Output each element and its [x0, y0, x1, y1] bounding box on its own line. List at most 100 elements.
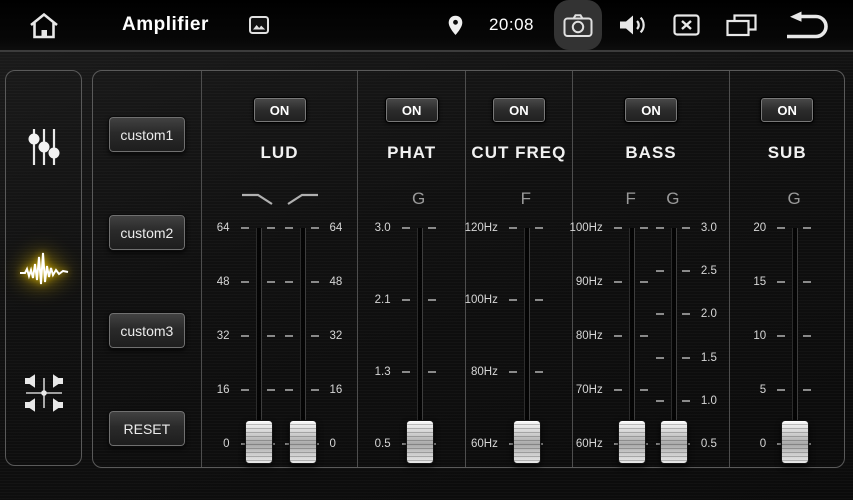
- tick-mark: [656, 270, 664, 272]
- tick-mark: [267, 281, 275, 283]
- lud-sliders: 644832160644832160: [202, 186, 358, 467]
- cut-freq-slider-0-knob[interactable]: [513, 420, 541, 464]
- cut-freq-slider-0: F120Hz100Hz80Hz60Hz: [462, 186, 548, 469]
- sub-sliders: G20151050: [730, 186, 844, 467]
- custom1-button[interactable]: custom1: [108, 116, 186, 153]
- tick-label: 32: [330, 330, 354, 342]
- volume-icon: [618, 13, 647, 37]
- speaker-balance-icon: [23, 372, 65, 414]
- cut-freq-on-button[interactable]: ON: [492, 97, 546, 123]
- tick-label: 3.0: [367, 222, 391, 234]
- channel-lud: ONLUD644832160644832160: [201, 71, 358, 467]
- close-app-button[interactable]: [673, 14, 700, 36]
- tick-label: 20: [742, 222, 766, 234]
- screenshot-button[interactable]: [249, 16, 269, 34]
- tick-label: 1.3: [367, 366, 391, 378]
- bass-slider-0: F100Hz90Hz80Hz70Hz60Hz: [567, 186, 651, 469]
- tick-mark: [614, 281, 622, 283]
- tick-label: 1.5: [701, 352, 725, 364]
- tick-mark: [777, 281, 785, 283]
- tick-mark: [777, 335, 785, 337]
- tick-mark: [402, 299, 410, 301]
- bass-slider-1-knob[interactable]: [660, 420, 688, 464]
- channel-name: BASS: [573, 143, 730, 163]
- tick-mark: [682, 357, 690, 359]
- channel-name: PHAT: [358, 143, 465, 163]
- sidebar-item-sound-effects[interactable]: [16, 246, 72, 294]
- slider-header-label: F: [504, 188, 548, 210]
- back-button[interactable]: [783, 11, 831, 40]
- tick-label: 15: [742, 276, 766, 288]
- tick-label: 120Hz: [462, 222, 498, 234]
- sub-on-button[interactable]: ON: [760, 97, 814, 123]
- lud-on-button[interactable]: ON: [253, 97, 307, 123]
- sidebar-item-equalizer[interactable]: [16, 123, 72, 171]
- home-button[interactable]: [24, 11, 64, 40]
- tick-mark: [614, 335, 622, 337]
- channel-name: SUB: [730, 143, 844, 163]
- reset-button[interactable]: RESET: [108, 410, 186, 447]
- topbar-status-group: 20:08: [448, 0, 853, 50]
- tick-mark: [614, 389, 622, 391]
- tick-mark: [311, 389, 319, 391]
- lud-slider-1-knob[interactable]: [289, 420, 317, 464]
- tick-label: 10: [742, 330, 766, 342]
- tick-label: 100Hz: [567, 222, 603, 234]
- channel-cut-freq: ONCUT FREQF120Hz100Hz80Hz60Hz: [465, 71, 572, 467]
- tick-mark: [640, 335, 648, 337]
- tick-label: 2.1: [367, 294, 391, 306]
- sidebar-item-speaker-balance[interactable]: [16, 369, 72, 417]
- slider-header-label: F: [609, 188, 653, 210]
- highpass-filter-icon: [280, 188, 324, 210]
- volume-button[interactable]: [618, 13, 647, 37]
- tick-label: 48: [206, 276, 230, 288]
- slider-header-label: G: [772, 188, 816, 210]
- tick-mark: [535, 227, 543, 229]
- custom3-button[interactable]: custom3: [108, 312, 186, 349]
- bass-on-button[interactable]: ON: [624, 97, 678, 123]
- channel-bass: ONBASSF100Hz90Hz80Hz70Hz60HzG3.02.52.01.…: [572, 71, 730, 467]
- phat-sliders: G3.02.11.30.5: [358, 186, 465, 467]
- tick-mark: [640, 281, 648, 283]
- tick-label: 0: [330, 438, 354, 450]
- slider-header-label: G: [651, 188, 695, 210]
- equalizer-sliders-icon: [25, 126, 63, 168]
- camera-button[interactable]: [554, 0, 602, 50]
- tick-mark: [682, 400, 690, 402]
- tick-mark: [614, 227, 622, 229]
- tick-label: 5: [742, 384, 766, 396]
- tick-mark: [428, 227, 436, 229]
- tick-label: 16: [206, 384, 230, 396]
- tick-mark: [311, 335, 319, 337]
- tick-label: 70Hz: [567, 384, 603, 396]
- tick-mark: [285, 335, 293, 337]
- recent-apps-button[interactable]: [726, 14, 757, 37]
- tick-label: 2.0: [701, 308, 725, 320]
- phat-slider-0-knob[interactable]: [406, 420, 434, 464]
- screenshot-icon: [249, 16, 269, 34]
- sub-slider-0-knob[interactable]: [781, 420, 809, 464]
- tick-mark: [656, 357, 664, 359]
- custom2-button[interactable]: custom2: [108, 214, 186, 251]
- home-icon: [28, 11, 60, 40]
- tick-label: 1.0: [701, 395, 725, 407]
- phat-on-button[interactable]: ON: [385, 97, 439, 123]
- topbar: Amplifier 20:08: [0, 0, 853, 52]
- tick-mark: [402, 371, 410, 373]
- tick-mark: [682, 227, 690, 229]
- camera-icon: [563, 13, 593, 38]
- bass-sliders: F100Hz90Hz80Hz70Hz60HzG3.02.52.01.51.00.…: [573, 186, 730, 467]
- channel-sub: ONSUBG20151050: [729, 71, 844, 467]
- bass-slider-0-knob[interactable]: [618, 420, 646, 464]
- tick-mark: [682, 270, 690, 272]
- tick-mark: [803, 335, 811, 337]
- channel-name: CUT FREQ: [466, 143, 572, 163]
- tick-mark: [285, 389, 293, 391]
- bass-slider-1: G3.02.52.01.51.00.5: [651, 186, 723, 469]
- tick-mark: [428, 371, 436, 373]
- tick-mark: [241, 335, 249, 337]
- tick-label: 60Hz: [462, 438, 498, 450]
- tick-mark: [241, 227, 249, 229]
- channel-phat: ONPHATG3.02.11.30.5: [357, 71, 465, 467]
- lud-slider-0-knob[interactable]: [245, 420, 273, 464]
